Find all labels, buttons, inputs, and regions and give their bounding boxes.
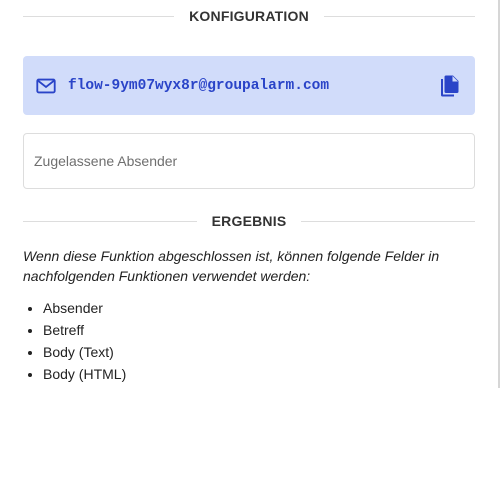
- flow-config-panel: KONFIGURATION flow-9ym07wyx8r@groupalarm…: [23, 0, 476, 382]
- copy-icon: [441, 75, 459, 96]
- result-section-header: ERGEBNIS: [23, 205, 476, 237]
- allowed-senders-input[interactable]: [23, 133, 475, 189]
- flow-email-box: flow-9ym07wyx8r@groupalarm.com: [23, 56, 475, 115]
- list-item: Betreff: [43, 319, 126, 341]
- config-section-header: KONFIGURATION: [23, 0, 475, 32]
- list-item: Body (HTML): [43, 363, 126, 385]
- mail-icon: [36, 78, 56, 93]
- divider: [23, 220, 197, 222]
- divider: [23, 15, 175, 17]
- copy-button[interactable]: [437, 73, 463, 99]
- result-fields-list: Absender Betreff Body (Text) Body (HTML): [23, 297, 126, 385]
- flow-email-address[interactable]: flow-9ym07wyx8r@groupalarm.com: [68, 78, 437, 94]
- list-item: Body (Text): [43, 341, 126, 363]
- result-heading: ERGEBNIS: [211, 213, 287, 229]
- list-item: Absender: [43, 297, 126, 319]
- config-heading: KONFIGURATION: [189, 8, 309, 24]
- divider: [323, 15, 475, 17]
- result-description: Wenn diese Funktion abgeschlossen ist, k…: [23, 248, 440, 284]
- divider: [301, 220, 476, 222]
